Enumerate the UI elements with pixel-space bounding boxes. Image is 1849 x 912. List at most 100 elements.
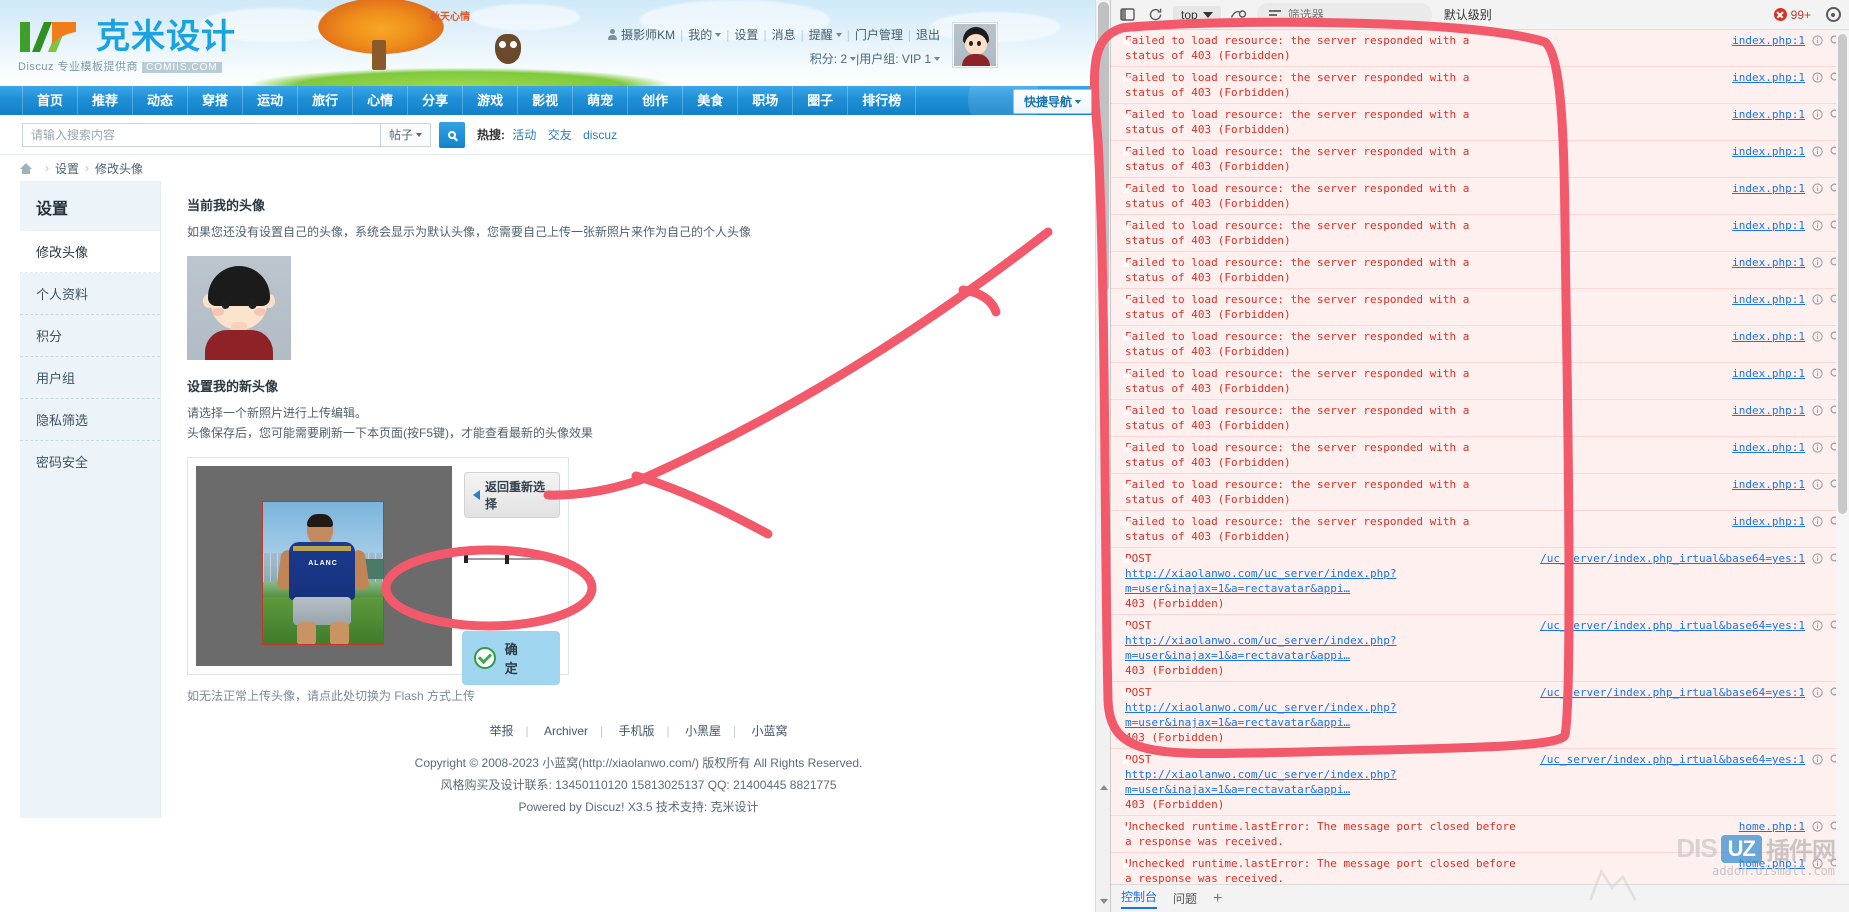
live-expression-icon[interactable]: [1229, 5, 1249, 25]
console-source-link[interactable]: index.php:1: [1732, 515, 1805, 528]
menu-messages[interactable]: 消息: [772, 28, 796, 42]
nav-item-2[interactable]: 动态: [133, 86, 188, 115]
console-request-url[interactable]: http://xiaolanwo.com/uc_server/index.php…: [1125, 633, 1534, 663]
search-type-select[interactable]: 帖子: [380, 123, 431, 147]
tab-console[interactable]: 控制台: [1121, 888, 1157, 909]
console-request-url[interactable]: http://xiaolanwo.com/uc_server/index.php…: [1125, 700, 1534, 730]
info-circle-icon[interactable]: [1811, 552, 1823, 564]
console-row[interactable]: Failed to load resource: the server resp…: [1111, 141, 1849, 178]
confirm-button[interactable]: 确 定: [462, 631, 560, 685]
console-row[interactable]: Unchecked runtime.lastError: The message…: [1111, 816, 1849, 853]
search-input[interactable]: 请输入搜索内容: [22, 123, 380, 147]
console-request-url[interactable]: http://xiaolanwo.com/uc_server/index.php…: [1125, 767, 1534, 797]
info-circle-icon[interactable]: [1811, 686, 1823, 698]
console-source-link[interactable]: index.php:1: [1732, 256, 1805, 269]
hot-item-2[interactable]: discuz: [583, 128, 617, 142]
nav-item-11[interactable]: 创作: [628, 86, 683, 115]
info-circle-icon[interactable]: [1811, 753, 1823, 765]
header-avatar[interactable]: [952, 22, 998, 68]
nav-item-13[interactable]: 职场: [738, 86, 793, 115]
nav-item-3[interactable]: 穿搭: [188, 86, 243, 115]
footer-link-archiver[interactable]: Archiver: [544, 724, 588, 738]
scroll-down-icon[interactable]: [1100, 899, 1108, 904]
info-circle-icon[interactable]: [1811, 441, 1823, 453]
console-source-link[interactable]: /uc_server/index.php_irtual&base64=yes:1: [1540, 686, 1805, 699]
sidebar-item-credits[interactable]: 积分: [20, 315, 160, 357]
credits-link[interactable]: 积分: 2: [810, 52, 847, 66]
zoom-slider[interactable]: [464, 554, 560, 563]
console-source-link[interactable]: home.php:1: [1739, 857, 1805, 870]
page-scrollbar[interactable]: [1095, 0, 1110, 912]
console-log-list[interactable]: Failed to load resource: the server resp…: [1111, 30, 1849, 884]
nav-item-9[interactable]: 影视: [518, 86, 573, 115]
username-link[interactable]: 摄影师KM: [621, 28, 675, 42]
menu-portal-admin[interactable]: 门户管理: [855, 28, 903, 42]
info-circle-icon[interactable]: [1811, 820, 1823, 832]
nav-item-15[interactable]: 排行榜: [848, 86, 916, 115]
back-reselect-button[interactable]: 返回重新选择: [464, 472, 560, 518]
usergroup-link[interactable]: 用户组: VIP 1: [859, 52, 931, 66]
home-icon[interactable]: [20, 163, 32, 174]
site-logo[interactable]: 克米设计 Discuz 专业模板提供商COMIIS.COM: [18, 20, 236, 74]
nav-item-12[interactable]: 美食: [683, 86, 738, 115]
console-row[interactable]: Failed to load resource: the server resp…: [1111, 289, 1849, 326]
nav-item-0[interactable]: 首页: [22, 86, 78, 115]
console-scrollbar[interactable]: [1836, 30, 1849, 884]
hot-item-0[interactable]: 活动: [512, 128, 536, 142]
info-circle-icon[interactable]: [1811, 182, 1823, 194]
console-source-link[interactable]: index.php:1: [1732, 404, 1805, 417]
add-tab-icon[interactable]: +: [1213, 890, 1222, 908]
clear-console-icon[interactable]: [1145, 5, 1165, 25]
error-count-badge[interactable]: 99+: [1774, 8, 1811, 22]
console-source-link[interactable]: index.php:1: [1732, 71, 1805, 84]
console-source-link[interactable]: index.php:1: [1732, 478, 1805, 491]
footer-link-mobile[interactable]: 手机版: [618, 724, 654, 738]
console-row[interactable]: Failed to load resource: the server resp…: [1111, 30, 1849, 67]
console-row[interactable]: Failed to load resource: the server resp…: [1111, 400, 1849, 437]
console-source-link[interactable]: index.php:1: [1732, 108, 1805, 121]
info-circle-icon[interactable]: [1811, 857, 1823, 869]
sidebar-item-avatar[interactable]: 修改头像: [20, 231, 161, 273]
console-row[interactable]: POST http://xiaolanwo.com/uc_server/inde…: [1111, 615, 1849, 682]
console-source-link[interactable]: home.php:1: [1739, 820, 1805, 833]
menu-logout[interactable]: 退出: [916, 28, 940, 42]
console-row[interactable]: Unchecked runtime.lastError: The message…: [1111, 853, 1849, 884]
info-circle-icon[interactable]: [1811, 71, 1823, 83]
console-row[interactable]: Failed to load resource: the server resp…: [1111, 363, 1849, 400]
hot-item-1[interactable]: 交友: [548, 128, 572, 142]
console-filter-input[interactable]: 筛选器: [1257, 3, 1432, 26]
console-source-link[interactable]: /uc_server/index.php_irtual&base64=yes:1: [1540, 552, 1805, 565]
menu-settings[interactable]: 设置: [734, 28, 758, 42]
nav-item-14[interactable]: 圈子: [793, 86, 848, 115]
nav-item-5[interactable]: 旅行: [298, 86, 353, 115]
tab-issues[interactable]: 问题: [1173, 890, 1197, 907]
console-source-link[interactable]: /uc_server/index.php_irtual&base64=yes:1: [1540, 753, 1805, 766]
console-source-link[interactable]: index.php:1: [1732, 441, 1805, 454]
footer-link-report[interactable]: 举报: [490, 724, 514, 738]
console-row[interactable]: Failed to load resource: the server resp…: [1111, 67, 1849, 104]
console-source-link[interactable]: index.php:1: [1732, 182, 1805, 195]
console-row[interactable]: POST http://xiaolanwo.com/uc_server/inde…: [1111, 548, 1849, 615]
sidebar-item-privacy[interactable]: 隐私筛选: [20, 399, 160, 441]
console-row[interactable]: Failed to load resource: the server resp…: [1111, 326, 1849, 363]
console-request-url[interactable]: http://xiaolanwo.com/uc_server/index.php…: [1125, 566, 1534, 596]
quick-nav-button[interactable]: 快捷导航: [1013, 89, 1092, 114]
info-circle-icon[interactable]: [1811, 34, 1823, 46]
sidebar-toggle-icon[interactable]: [1117, 5, 1137, 25]
nav-item-10[interactable]: 萌宠: [573, 86, 628, 115]
search-button[interactable]: [439, 122, 465, 148]
nav-item-8[interactable]: 游戏: [463, 86, 518, 115]
page-scrollbar-thumb[interactable]: [1098, 2, 1109, 292]
info-circle-icon[interactable]: [1811, 256, 1823, 268]
info-circle-icon[interactable]: [1811, 108, 1823, 120]
info-circle-icon[interactable]: [1811, 367, 1823, 379]
menu-notices[interactable]: 提醒: [809, 28, 833, 42]
console-row[interactable]: Failed to load resource: the server resp…: [1111, 178, 1849, 215]
crop-preview-area[interactable]: ALANC: [196, 466, 452, 666]
nav-item-6[interactable]: 心情: [353, 86, 408, 115]
menu-mine[interactable]: 我的: [688, 28, 712, 42]
console-row[interactable]: POST http://xiaolanwo.com/uc_server/inde…: [1111, 682, 1849, 749]
nav-item-7[interactable]: 分享: [408, 86, 463, 115]
console-row[interactable]: Failed to load resource: the server resp…: [1111, 252, 1849, 289]
info-circle-icon[interactable]: [1811, 330, 1823, 342]
